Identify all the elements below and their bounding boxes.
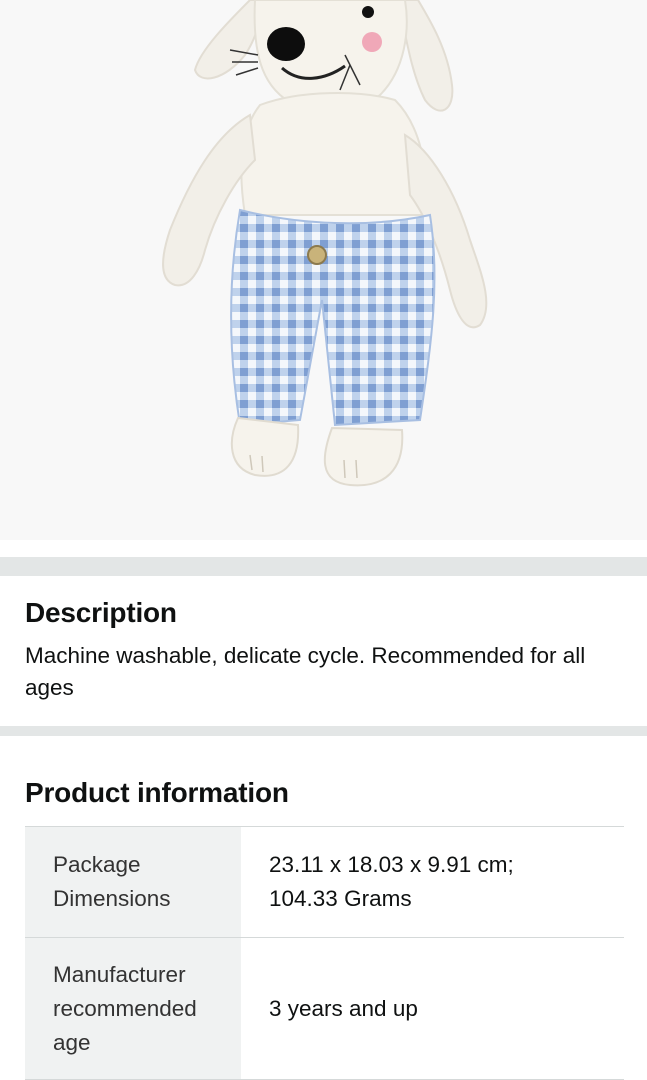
table-row: Manufacturer recommended age 3 years and… (25, 938, 624, 1080)
section-divider (0, 726, 647, 736)
product-image[interactable] (0, 0, 647, 540)
product-information-heading: Product information (25, 777, 289, 808)
product-information-table: Package Dimensions 23.11 x 18.03 x 9.91 … (25, 826, 624, 1080)
section-divider (0, 557, 647, 576)
package-dimensions-label: Package Dimensions (25, 827, 241, 937)
package-dimensions-value: 23.11 x 18.03 x 9.91 cm; 104.33 Grams (269, 852, 514, 911)
description-heading: Description (25, 597, 177, 628)
description-text: Machine washable, delicate cycle. Recomm… (25, 643, 586, 700)
plush-toy-illustration (162, 0, 488, 487)
recommended-age-label: Manufacturer recommended age (25, 938, 241, 1079)
recommended-age-value: 3 years and up (269, 995, 418, 1021)
table-row: Package Dimensions 23.11 x 18.03 x 9.91 … (25, 827, 624, 938)
